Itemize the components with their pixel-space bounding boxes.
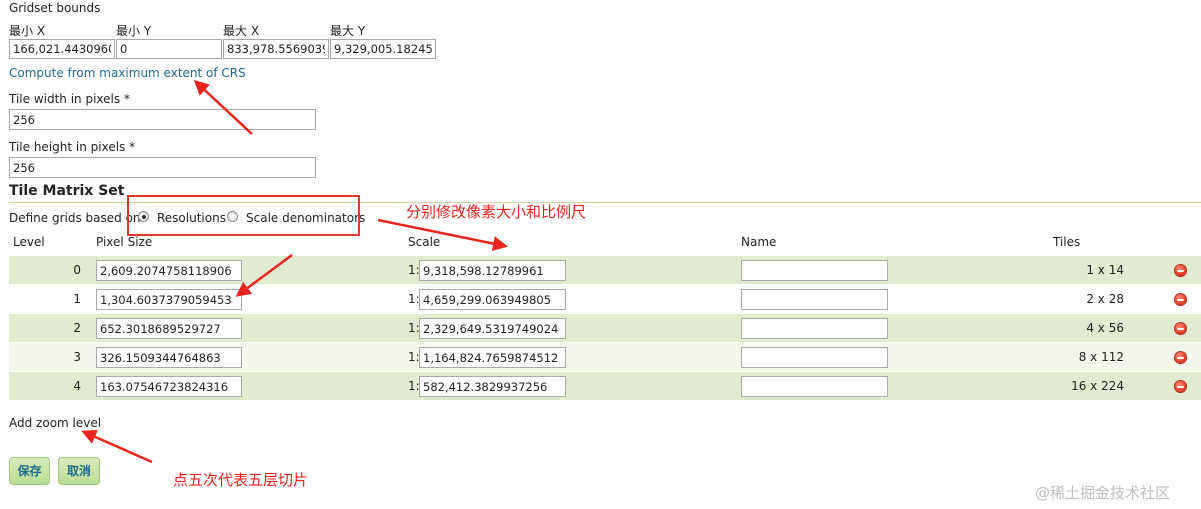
- watermark: @稀土掘金技术社区: [1035, 484, 1171, 502]
- arrow-to-scale: [377, 218, 508, 251]
- annotation-arrows: [81, 79, 508, 464]
- arrow-to-compute-link: [193, 79, 253, 135]
- arrow-to-add-zoom: [81, 429, 153, 464]
- arrow-to-pixel-size: [235, 253, 293, 297]
